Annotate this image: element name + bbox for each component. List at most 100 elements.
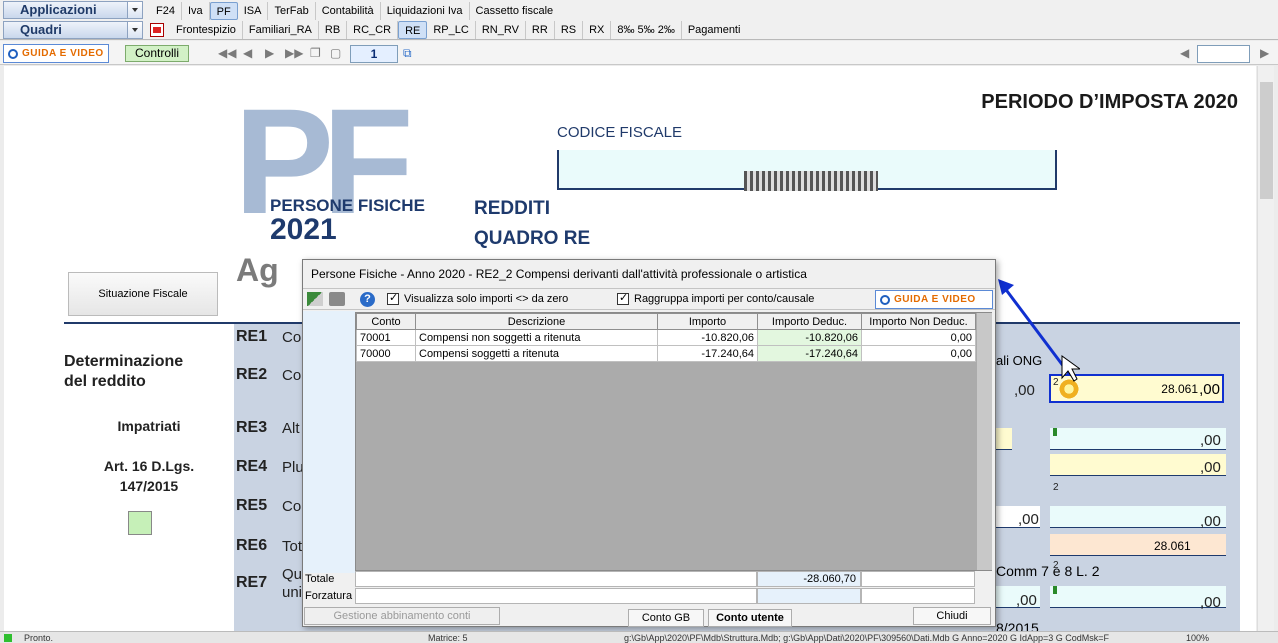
tab-rr[interactable]: RR — [526, 21, 555, 39]
tab-rc-cr[interactable]: RC_CR — [347, 21, 399, 39]
row-text-re1: Co — [282, 329, 302, 346]
scrollbar-thumb[interactable] — [1260, 82, 1273, 199]
tab-cassetto-fiscale[interactable]: Cassetto fiscale — [470, 2, 560, 20]
conti-grid: Conto Descrizione Importo Importo Deduc.… — [355, 312, 992, 571]
zoom-page-icon[interactable]: ⧉ — [403, 46, 412, 61]
cell-importo-non-deduc[interactable]: 0,00 — [861, 345, 976, 362]
controlli-button[interactable]: Controlli — [125, 45, 189, 62]
tab-rn-rv[interactable]: RN_RV — [476, 21, 526, 39]
col-2-label-b: 2 — [1053, 560, 1059, 571]
navigation-toolbar — [0, 41, 1278, 65]
page-icon[interactable]: ▢ — [330, 46, 341, 60]
status-path: g:\Gb\App\2020\PF\Mdb\Struttura.Mdb; g:\… — [624, 633, 1110, 643]
flag-marker — [1053, 428, 1057, 436]
re6-field[interactable] — [1050, 534, 1226, 556]
agenzia-logo: Ag — [236, 252, 279, 288]
row-code-re7: RE7 — [236, 574, 268, 591]
search-field[interactable] — [1197, 45, 1250, 63]
tab-familiari-ra[interactable]: Familiari_RA — [243, 21, 319, 39]
tab-rb[interactable]: RB — [319, 21, 348, 39]
cell-descrizione[interactable]: Compensi non soggetti a ritenuta — [415, 329, 658, 346]
table-row[interactable]: 70001 Compensi non soggetti a ritenuta -… — [356, 329, 976, 346]
checkbox-checked-icon[interactable] — [617, 291, 629, 305]
forzatura-field[interactable] — [757, 588, 861, 604]
cents-re7-left: ,00 — [1016, 592, 1037, 609]
scroll-left-icon[interactable]: ◀ — [1180, 46, 1189, 60]
tab-liquidazioni-iva[interactable]: Liquidazioni Iva — [381, 2, 470, 20]
col-importo-deduc[interactable]: Importo Deduc. — [757, 313, 862, 330]
dialog-guida-video-button[interactable]: GUIDA E VIDEO — [875, 290, 993, 309]
tab-terfab[interactable]: TerFab — [268, 2, 316, 20]
quadri-dropdown[interactable]: Quadri — [3, 21, 143, 39]
impatriati-checkbox[interactable] — [128, 511, 152, 535]
table-row[interactable]: 70000 Compensi soggetti a ritenuta -17.2… — [356, 345, 976, 362]
tab-pagamenti[interactable]: Pagamenti — [682, 21, 747, 39]
cell-conto[interactable]: 70000 — [356, 345, 416, 362]
conti-table: Conto Descrizione Importo Importo Deduc.… — [356, 313, 976, 362]
export-icon[interactable] — [307, 292, 323, 306]
tab-f24[interactable]: F24 — [150, 2, 182, 20]
tab-rx[interactable]: RX — [583, 21, 612, 39]
dialog-guida-label: GUIDA E VIDEO — [894, 294, 976, 305]
cell-importo-deduc[interactable]: -10.820,06 — [757, 329, 862, 346]
col-descrizione[interactable]: Descrizione — [415, 313, 658, 330]
conto-utente-button[interactable]: Conto utente — [708, 609, 792, 627]
impatriati-label: Impatriati — [117, 418, 181, 434]
tab-isa[interactable]: ISA — [238, 2, 269, 20]
col-importo-non-deduc[interactable]: Importo Non Deduc. — [861, 313, 976, 330]
tab-iva[interactable]: Iva — [182, 2, 210, 20]
gestione-abbinamento-button[interactable]: Gestione abbinamento conti — [304, 607, 500, 625]
tab-re[interactable]: RE — [398, 21, 428, 39]
forzatura-label: Forzatura — [305, 590, 353, 602]
tab-frontespizio[interactable]: Frontespizio — [170, 21, 243, 39]
cell-importo[interactable]: -17.240,64 — [657, 345, 758, 362]
totale-blank-cell — [355, 571, 757, 587]
pdf-icon[interactable] — [150, 23, 164, 37]
next-page-icon[interactable]: ▶ — [265, 46, 274, 60]
cents-re5-left: ,00 — [1018, 511, 1039, 528]
first-page-icon[interactable]: ◀◀ — [218, 46, 236, 60]
row-text-re2: Co — [282, 367, 302, 384]
re3-left-field[interactable] — [996, 428, 1012, 450]
top-toolbar: Applicazioni Quadri F24 Iva PF ISA TerFa… — [0, 0, 1278, 40]
checkbox-checked-icon[interactable] — [387, 291, 399, 305]
chiudi-button[interactable]: Chiudi — [913, 607, 991, 625]
tab-pf[interactable]: PF — [209, 2, 238, 20]
situazione-fiscale-button[interactable]: Situazione Fiscale — [68, 272, 218, 316]
page-number-field[interactable]: 1 — [350, 45, 398, 63]
chk-importi-non-zero[interactable]: Visualizza solo importi <> da zero — [387, 291, 568, 305]
tab-rp-lc[interactable]: RP_LC — [427, 21, 476, 39]
cell-importo-deduc[interactable]: -17.240,64 — [757, 345, 862, 362]
grid-scrollbar[interactable] — [977, 313, 992, 570]
forzatura-blank-cell — [355, 588, 757, 604]
flag-marker-b — [1053, 586, 1057, 594]
tab-rs[interactable]: RS — [555, 21, 584, 39]
help-icon[interactable]: ? — [360, 292, 375, 307]
last-page-icon[interactable]: ▶▶ — [285, 46, 303, 60]
guida-video-label: GUIDA E VIDEO — [22, 48, 104, 59]
compensi-dialog: Persone Fisiche - Anno 2020 - RE2_2 Comp… — [302, 259, 996, 627]
pf-year: 2021 — [270, 213, 337, 246]
tab-contabilita[interactable]: Contabilità — [316, 2, 381, 20]
cell-importo[interactable]: -10.820,06 — [657, 329, 758, 346]
applicazioni-dropdown[interactable]: Applicazioni — [3, 1, 143, 19]
cell-importo-non-deduc[interactable]: 0,00 — [861, 329, 976, 346]
copy-page-icon[interactable]: ❐ — [310, 46, 321, 60]
col-importo[interactable]: Importo — [657, 313, 758, 330]
cell-descrizione[interactable]: Compensi soggetti a ritenuta — [415, 345, 658, 362]
cents-re5: ,00 — [1200, 513, 1221, 530]
tab-per-mille[interactable]: 8‰ 5‰ 2‰ — [611, 21, 682, 39]
chevron-down-icon[interactable] — [127, 22, 142, 38]
chevron-down-icon[interactable] — [127, 2, 142, 18]
guida-video-button[interactable]: GUIDA E VIDEO — [3, 44, 109, 63]
print-icon[interactable] — [329, 292, 345, 306]
scroll-right-icon[interactable]: ▶ — [1260, 46, 1269, 60]
prev-page-icon[interactable]: ◀ — [243, 46, 252, 60]
conto-gb-button[interactable]: Conto GB — [628, 609, 704, 627]
col-conto[interactable]: Conto — [356, 313, 416, 330]
magnifier-icon — [880, 294, 890, 305]
pf-logo-text: PERSONE FISICHE 2021 — [270, 196, 425, 246]
chk-raggruppa[interactable]: Raggruppa importi per conto/causale — [617, 291, 814, 305]
vertical-scrollbar[interactable] — [1257, 66, 1274, 631]
cell-conto[interactable]: 70001 — [356, 329, 416, 346]
